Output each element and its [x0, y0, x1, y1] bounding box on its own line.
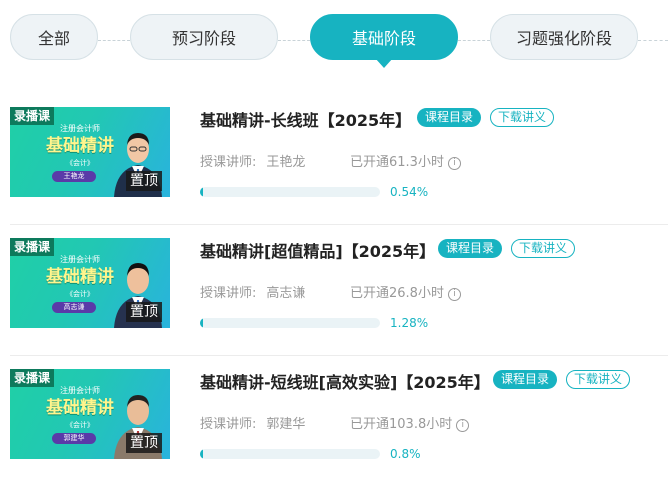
teacher-label: 授课讲师: [200, 286, 257, 301]
course-thumbnail[interactable]: 录播课 注册会计师 基础精讲 《会计》 高志谦 置顶 [10, 238, 170, 328]
course-item: 录播课 注册会计师 基础精讲 《会计》 高志谦 置顶 基础精讲[超值精品]【20… [0, 238, 668, 356]
teacher-label: 授课讲师: [200, 155, 257, 170]
recorded-course-tag: 录播课 [10, 238, 55, 256]
course-catalog-button[interactable]: 课程目录 [438, 239, 503, 258]
teacher-name: 高志谦 [266, 286, 306, 301]
download-handout-button[interactable]: 下载讲义 [566, 370, 631, 389]
divider [10, 224, 668, 225]
thumb-subject: 《会计》 [66, 159, 94, 167]
teacher-name: 王艳龙 [266, 155, 306, 170]
opened-hours-text: 已开通61.3小时 [350, 155, 444, 170]
recorded-course-tag: 录播课 [10, 369, 55, 387]
tab-connector [278, 40, 310, 41]
course-catalog-button[interactable]: 课程目录 [417, 108, 482, 127]
pinned-label: 置顶 [126, 433, 162, 453]
thumb-teacher-name: 王艳龙 [52, 171, 96, 182]
pinned-label: 置顶 [126, 302, 162, 322]
progress-bar [200, 318, 380, 328]
pinned-label: 置顶 [126, 171, 162, 191]
thumb-subject: 《会计》 [66, 290, 94, 298]
course-thumbnail[interactable]: 录播课 注册会计师 基础精讲 《会计》 郭建华 置顶 [10, 369, 170, 459]
thumb-teacher-name: 高志谦 [52, 302, 96, 313]
opened-hours: 已开通26.8小时 i [350, 285, 461, 303]
info-icon[interactable]: i [447, 157, 461, 170]
teacher-info: 授课讲师: 高志谦 [200, 285, 305, 303]
progress-percent: 0.8% [390, 447, 421, 461]
progress-bar [200, 187, 380, 197]
info-icon[interactable]: i [447, 288, 461, 301]
tab-connector [638, 40, 668, 41]
course-item: 录播课 注册会计师 基础精讲 《会计》 王艳龙 置顶 基础精讲-长线班【2025… [0, 107, 668, 225]
teacher-label: 授课讲师: [200, 417, 257, 432]
course-item: 录播课 注册会计师 基础精讲 《会计》 郭建华 置顶 基础精讲-短线班[高效实验… [0, 369, 668, 487]
teacher-info: 授课讲师: 郭建华 [200, 416, 305, 434]
thumb-teacher-name: 郭建华 [52, 433, 96, 444]
progress-fill [200, 318, 203, 328]
opened-hours-text: 已开通26.8小时 [350, 286, 444, 301]
opened-hours: 已开通61.3小时 i [350, 154, 461, 172]
tab-connector [98, 40, 130, 41]
opened-hours: 已开通103.8小时 i [350, 416, 470, 434]
progress-fill [200, 449, 203, 459]
course-title[interactable]: 基础精讲[超值精品]【2025年】 [200, 242, 435, 262]
opened-hours-text: 已开通103.8小时 [350, 417, 453, 432]
teacher-info: 授课讲师: 王艳龙 [200, 154, 305, 172]
progress-percent: 0.54% [390, 185, 429, 199]
tab-exercise-stage[interactable]: 习题强化阶段 [490, 14, 638, 60]
progress-bar [200, 449, 380, 459]
course-title[interactable]: 基础精讲-短线班[高效实验]【2025年】 [200, 373, 490, 393]
info-icon[interactable]: i [456, 419, 470, 432]
tab-preview-stage[interactable]: 预习阶段 [130, 14, 278, 60]
download-handout-button[interactable]: 下载讲义 [511, 239, 576, 258]
course-thumbnail[interactable]: 录播课 注册会计师 基础精讲 《会计》 王艳龙 置顶 [10, 107, 170, 197]
progress-fill [200, 187, 203, 197]
divider [10, 355, 668, 356]
stage-tabs: 全部 预习阶段 基础阶段 习题强化阶段 [0, 0, 668, 72]
tab-connector [458, 40, 490, 41]
tab-all[interactable]: 全部 [10, 14, 98, 60]
course-title[interactable]: 基础精讲-长线班【2025年】 [200, 111, 411, 131]
thumb-subject: 《会计》 [66, 421, 94, 429]
tab-basic-stage[interactable]: 基础阶段 [310, 14, 458, 68]
download-handout-button[interactable]: 下载讲义 [490, 108, 555, 127]
progress-percent: 1.28% [390, 316, 429, 330]
recorded-course-tag: 录播课 [10, 107, 55, 125]
course-catalog-button[interactable]: 课程目录 [493, 370, 558, 389]
teacher-name: 郭建华 [266, 417, 306, 432]
